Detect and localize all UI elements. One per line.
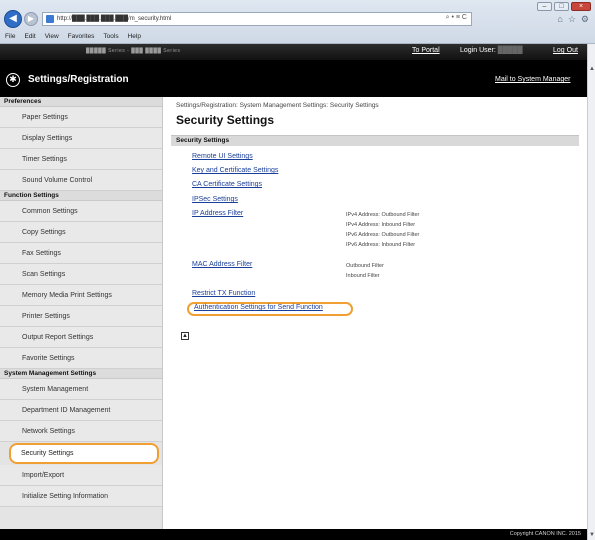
gear-icon[interactable]: ⚙ [581, 14, 589, 25]
main-content: Settings/Registration: System Management… [171, 97, 583, 529]
minimize-button[interactable]: – [537, 2, 552, 11]
sidebar-item-paper-settings[interactable]: Paper Settings [0, 107, 162, 128]
sidebar-section-system-management-settings: System Management Settings [0, 369, 162, 379]
sidebar-item-printer-settings[interactable]: Printer Settings [0, 306, 162, 327]
back-arrow-icon[interactable]: ◀ [4, 10, 22, 28]
window-controls: – □ × [537, 2, 591, 11]
page-title: Security Settings [176, 113, 275, 127]
sidebar-item-department-id-management[interactable]: Department ID Management [0, 400, 162, 421]
sidebar-section-function-settings: Function Settings [0, 191, 162, 201]
to-portal-link[interactable]: To Portal [412, 47, 440, 54]
section-header: Security Settings [171, 135, 579, 146]
restrict-tx-function-link[interactable]: Restrict TX Function [192, 290, 255, 297]
browser-chrome: – □ × ◀ ▶ http://███.███.███.███/m_secur… [0, 0, 595, 44]
scroll-up-icon[interactable]: ▲ [589, 66, 595, 72]
sidebar-item-initialize-setting-information[interactable]: Initialize Setting Information [0, 486, 162, 507]
sidebar: Preferences Paper Settings Display Setti… [0, 97, 163, 529]
menu-file[interactable]: File [5, 33, 15, 40]
settings-logo-icon: ✱ [6, 73, 20, 87]
sidebar-item-import-export[interactable]: Import/Export [0, 465, 162, 486]
menu-help[interactable]: Help [128, 33, 141, 40]
search-refresh-icons[interactable]: ⌕ • ≡ C [446, 14, 467, 22]
authentication-settings-for-send-function-link[interactable]: Authentication Settings for Send Functio… [194, 304, 323, 311]
sidebar-item-copy-settings[interactable]: Copy Settings [0, 222, 162, 243]
home-icon[interactable]: ⌂ [557, 14, 562, 25]
app-header: █████ Series - ███ ████ Series To Portal… [0, 44, 587, 97]
sidebar-item-sound-volume-control[interactable]: Sound Volume Control [0, 170, 162, 191]
menu-view[interactable]: View [45, 33, 59, 40]
address-url: http://███.███.███.███/m_security.html [57, 16, 172, 22]
favorites-star-icon[interactable]: ☆ [568, 14, 576, 25]
login-user: Login User: █████ [460, 47, 523, 54]
menu-tools[interactable]: Tools [103, 33, 118, 40]
address-bar[interactable]: http://███.███.███.███/m_security.html ⌕… [42, 12, 472, 26]
sidebar-item-system-management[interactable]: System Management [0, 379, 162, 400]
sidebar-item-output-report-settings[interactable]: Output Report Settings [0, 327, 162, 348]
menu-edit[interactable]: Edit [24, 33, 35, 40]
header-strip: █████ Series - ███ ████ Series To Portal… [0, 44, 587, 60]
title-row: ✱ Settings/Registration Mail to System M… [0, 66, 587, 94]
maximize-button[interactable]: □ [554, 2, 569, 11]
back-to-top-icon[interactable]: ▲ [181, 332, 189, 340]
ipsec-settings-link[interactable]: IPSec Settings [192, 196, 238, 203]
remote-ui-settings-link[interactable]: Remote UI Settings [192, 153, 253, 160]
sidebar-section-preferences: Preferences [0, 97, 162, 107]
device-name: █████ Series - ███ ████ Series [86, 48, 181, 54]
close-window-button[interactable]: × [571, 2, 591, 11]
sidebar-item-favorite-settings[interactable]: Favorite Settings [0, 348, 162, 369]
sidebar-item-common-settings[interactable]: Common Settings [0, 201, 162, 222]
sidebar-item-network-settings[interactable]: Network Settings [0, 421, 162, 442]
forward-arrow-icon[interactable]: ▶ [24, 12, 38, 26]
page-icon [46, 15, 54, 23]
copyright: Copyright CANON INC. 2015 [509, 531, 581, 537]
login-user-label: Login User: [460, 47, 496, 54]
browser-toolbar-icons: ⌂ ☆ ⚙ [557, 14, 589, 25]
sidebar-item-memory-media-print-settings[interactable]: Memory Media Print Settings [0, 285, 162, 306]
login-user-name: █████ [497, 47, 523, 54]
ip-filter-desc-ipv4-inbound: IPv4 Address: Inbound Filter [346, 222, 416, 228]
menu-favorites[interactable]: Favorites [68, 33, 95, 40]
ip-filter-desc-ipv6-inbound: IPv6 Address: Inbound Filter [346, 242, 416, 248]
ip-filter-desc-ipv6-outbound: IPv6 Address: Outbound Filter [346, 232, 420, 238]
ip-filter-desc-ipv4-outbound: IPv4 Address: Outbound Filter [346, 212, 420, 218]
breadcrumb: Settings/Registration: System Management… [176, 102, 379, 109]
sidebar-item-fax-settings[interactable]: Fax Settings [0, 243, 162, 264]
scroll-down-icon[interactable]: ▼ [589, 532, 595, 538]
mac-filter-desc-outbound: Outbound Filter [346, 263, 384, 269]
ca-certificate-settings-link[interactable]: CA Certificate Settings [192, 181, 262, 188]
sidebar-item-timer-settings[interactable]: Timer Settings [0, 149, 162, 170]
sidebar-item-scan-settings[interactable]: Scan Settings [0, 264, 162, 285]
sidebar-item-display-settings[interactable]: Display Settings [0, 128, 162, 149]
app-title: Settings/Registration [28, 74, 129, 85]
vertical-scrollbar[interactable]: ▲ ▼ [587, 44, 595, 540]
sidebar-item-security-settings[interactable]: Security Settings [9, 443, 159, 464]
footer: Copyright CANON INC. 2015 [0, 529, 587, 540]
log-out-link[interactable]: Log Out [553, 47, 578, 54]
menu-bar: File Edit View Favorites Tools Help [0, 30, 595, 43]
ip-address-filter-link[interactable]: IP Address Filter [192, 210, 243, 217]
mac-address-filter-link[interactable]: MAC Address Filter [192, 261, 252, 268]
key-and-certificate-settings-link[interactable]: Key and Certificate Settings [192, 167, 278, 174]
mail-to-system-manager-link[interactable]: Mail to System Manager [495, 76, 570, 83]
mac-filter-desc-inbound: Inbound Filter [346, 273, 380, 279]
